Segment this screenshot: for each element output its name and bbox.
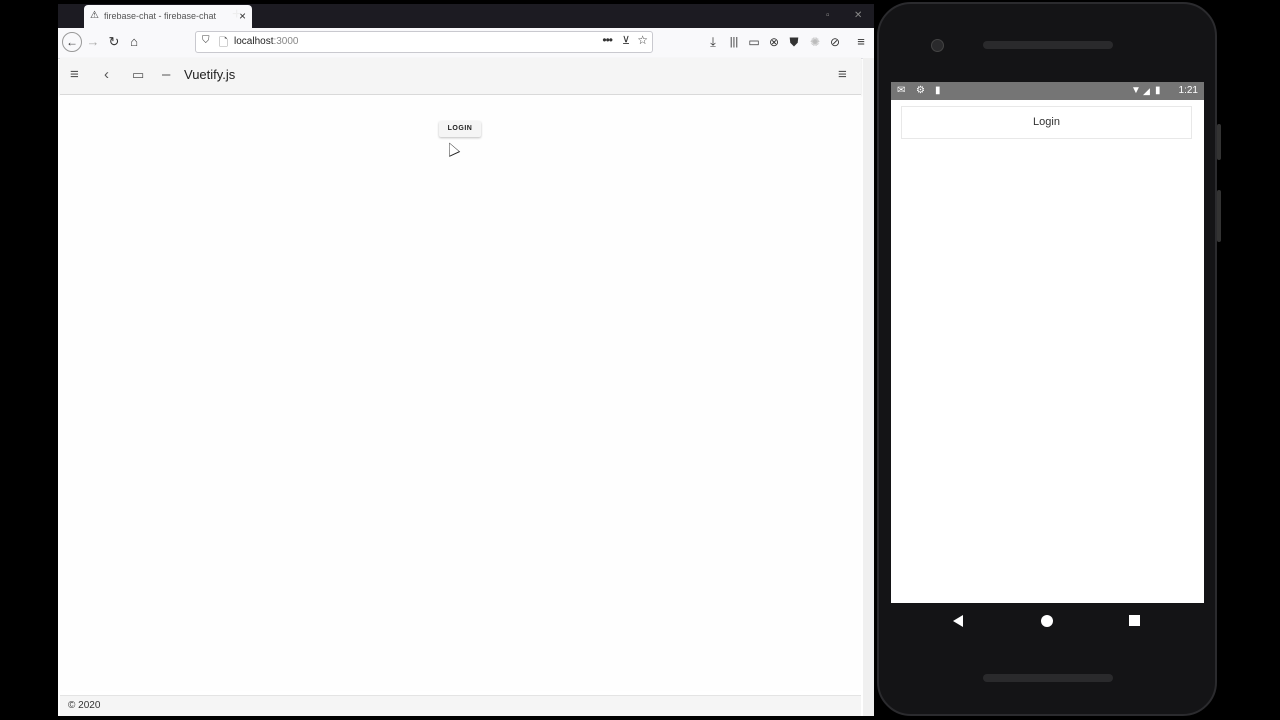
sidebar-icon[interactable]: ▭ [745, 34, 763, 50]
app-title: Vuetify.js [184, 67, 236, 82]
minus-icon[interactable]: – [162, 66, 170, 84]
scrollbar[interactable] [863, 58, 874, 716]
tab-strip: ⚠ firebase-chat - firebase-chat × + ▫ ✕ [58, 4, 874, 28]
back-button[interactable]: ← [62, 32, 82, 52]
nav-drawer-icon[interactable]: ≡ [70, 66, 79, 84]
downloads-icon[interactable]: ⤓ [704, 34, 722, 50]
android-recents-icon[interactable] [1129, 615, 1140, 626]
wifi-icon: ▼ [1131, 85, 1141, 96]
close-window-icon[interactable]: ✕ [854, 10, 862, 21]
navigation-toolbar: ← → ↻ ⌂ ⛉ 🗋 localhost:3000 ••• ⊻ ☆ ⤓ |||… [58, 28, 874, 59]
warning-icon: ⚠ [90, 10, 99, 21]
settings-notification-icon: ⚙ [916, 85, 925, 96]
url-text: localhost:3000 [234, 36, 299, 47]
reload-button[interactable]: ↻ [105, 34, 123, 50]
app-bar: ≡ ‹ ▭ – Vuetify.js ≡ [60, 58, 861, 95]
forward-button[interactable]: → [84, 34, 102, 50]
status-time: 1:21 [1178, 85, 1198, 96]
earpiece-speaker [983, 41, 1113, 49]
sd-card-icon: ▮ [935, 85, 941, 96]
extension-2-icon[interactable]: ⊘ [826, 34, 844, 50]
library-icon[interactable]: ||| [725, 34, 743, 50]
tab-title: firebase-chat - firebase-chat [104, 11, 217, 21]
extension-icon[interactable]: ⊗ [765, 34, 783, 50]
new-tab-button[interactable]: + [232, 6, 241, 24]
shield-icon[interactable]: ⛉ [202, 35, 210, 46]
page-info-icon[interactable]: 🗋 [219, 34, 228, 53]
phone-screen: ✉ ⚙ ▮ ▼ ◢ ▮ 1:21 Login [891, 82, 1204, 603]
browser-tab[interactable]: ⚠ firebase-chat - firebase-chat × [84, 5, 252, 28]
footer-copyright: © 2020 [68, 700, 101, 711]
right-drawer-icon[interactable]: ≡ [838, 66, 847, 84]
bookmark-star-icon[interactable]: ☆ [637, 33, 648, 47]
application-icon[interactable]: ▭ [132, 66, 144, 84]
signal-icon: ◢ [1143, 86, 1150, 96]
page-actions-icon[interactable]: ••• [602, 33, 613, 47]
chevron-left-icon[interactable]: ‹ [104, 66, 109, 84]
android-nav-bar [891, 603, 1204, 639]
gmail-notification-icon: ✉ [897, 85, 906, 96]
bottom-speaker [983, 674, 1113, 682]
restore-window-icon[interactable]: ▫ [826, 10, 830, 21]
browser-window: ⚠ firebase-chat - firebase-chat × + ▫ ✕ … [58, 4, 874, 716]
sync-extension-icon[interactable]: ✺ [806, 34, 824, 50]
main-content: LOGIN [60, 95, 861, 691]
android-home-icon[interactable] [1041, 615, 1053, 627]
android-back-icon[interactable] [953, 615, 963, 627]
power-button[interactable] [1217, 124, 1221, 160]
url-bar[interactable]: ⛉ 🗋 localhost:3000 ••• ⊻ ☆ [195, 31, 653, 53]
home-button[interactable]: ⌂ [125, 34, 143, 50]
login-button[interactable]: LOGIN [439, 121, 481, 137]
camera-icon [931, 39, 944, 52]
volume-button[interactable] [1217, 190, 1221, 242]
footer: © 2020 [60, 695, 861, 716]
android-status-bar: ✉ ⚙ ▮ ▼ ◢ ▮ 1:21 [891, 82, 1204, 100]
shield-extension-icon[interactable]: ⛊ [785, 34, 803, 50]
menu-icon[interactable]: ≡ [852, 34, 870, 50]
phone-login-button[interactable]: Login [901, 106, 1192, 139]
battery-icon: ▮ [1155, 85, 1161, 96]
pocket-icon[interactable]: ⊻ [622, 34, 630, 47]
